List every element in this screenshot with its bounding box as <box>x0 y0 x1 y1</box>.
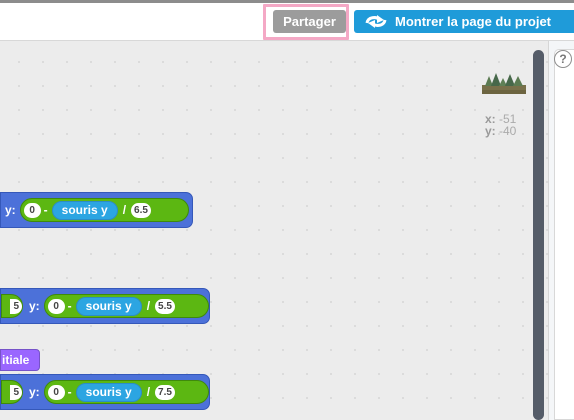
y-coordinate-value: -40 <box>499 124 517 138</box>
go-to-xy-block-1[interactable]: y: 0 - souris y / 6.5 <box>0 192 193 228</box>
number-input[interactable]: 6.5 <box>131 202 151 218</box>
vertical-scrollbar[interactable] <box>533 50 544 420</box>
code-workspace[interactable] <box>0 41 548 420</box>
looks-block-label: itiale <box>2 353 30 367</box>
share-button-label: Partager <box>283 14 336 29</box>
help-label: ? <box>559 52 567 66</box>
number-input[interactable]: 5 <box>10 298 22 314</box>
minus-operator-label: - <box>67 385 72 399</box>
go-to-xy-block-3[interactable]: 5 y: 0 - souris y / 7.5 <box>0 374 210 410</box>
division-operator-block[interactable]: 0 - souris y / 5.5 <box>43 294 209 318</box>
divide-operator-label: / <box>122 203 127 217</box>
division-operator-block[interactable]: 0 - souris y / 6.5 <box>19 198 189 222</box>
divide-operator-label: / <box>146 385 151 399</box>
right-panel <box>548 41 574 420</box>
looks-block[interactable]: itiale <box>0 349 40 371</box>
number-input[interactable]: 5.5 <box>155 298 175 314</box>
project-page-label: Montrer la page du projet <box>395 14 552 29</box>
mouse-y-reporter[interactable]: souris y <box>51 200 118 220</box>
sync-arrows-icon <box>365 15 387 28</box>
number-input[interactable]: 0 <box>23 202 41 218</box>
mouse-coordinates: x: -51 y: -40 <box>485 113 516 137</box>
partial-number-pill: 5 <box>1 294 23 318</box>
y-coordinate-label: y: <box>485 124 496 138</box>
division-operator-block[interactable]: 0 - souris y / 7.5 <box>43 380 209 404</box>
number-input[interactable]: 0 <box>47 384 65 400</box>
number-input[interactable]: 0 <box>47 298 65 314</box>
mouse-y-reporter[interactable]: souris y <box>75 382 142 402</box>
see-project-page-button[interactable]: Montrer la page du projet <box>354 10 574 33</box>
panel-inner <box>554 49 574 420</box>
minus-operator-label: - <box>67 299 72 313</box>
divide-operator-label: / <box>146 299 151 313</box>
go-to-xy-block-2[interactable]: 5 y: 0 - souris y / 5.5 <box>0 288 210 324</box>
scratch-editor: Partager Montrer la page du projet x: -5… <box>0 0 574 420</box>
number-input[interactable]: 5 <box>10 384 22 400</box>
question-mark-icon[interactable]: ? <box>554 50 572 68</box>
y-input-label: y: <box>5 203 16 217</box>
minus-operator-label: - <box>43 203 48 217</box>
mouse-y-reporter[interactable]: souris y <box>75 296 142 316</box>
share-button[interactable]: Partager <box>273 10 346 33</box>
y-input-label: y: <box>29 299 40 313</box>
number-input[interactable]: 7.5 <box>155 384 175 400</box>
forest-sprite-thumbnail[interactable] <box>482 70 526 94</box>
y-input-label: y: <box>29 385 40 399</box>
partial-number-pill: 5 <box>1 380 23 404</box>
